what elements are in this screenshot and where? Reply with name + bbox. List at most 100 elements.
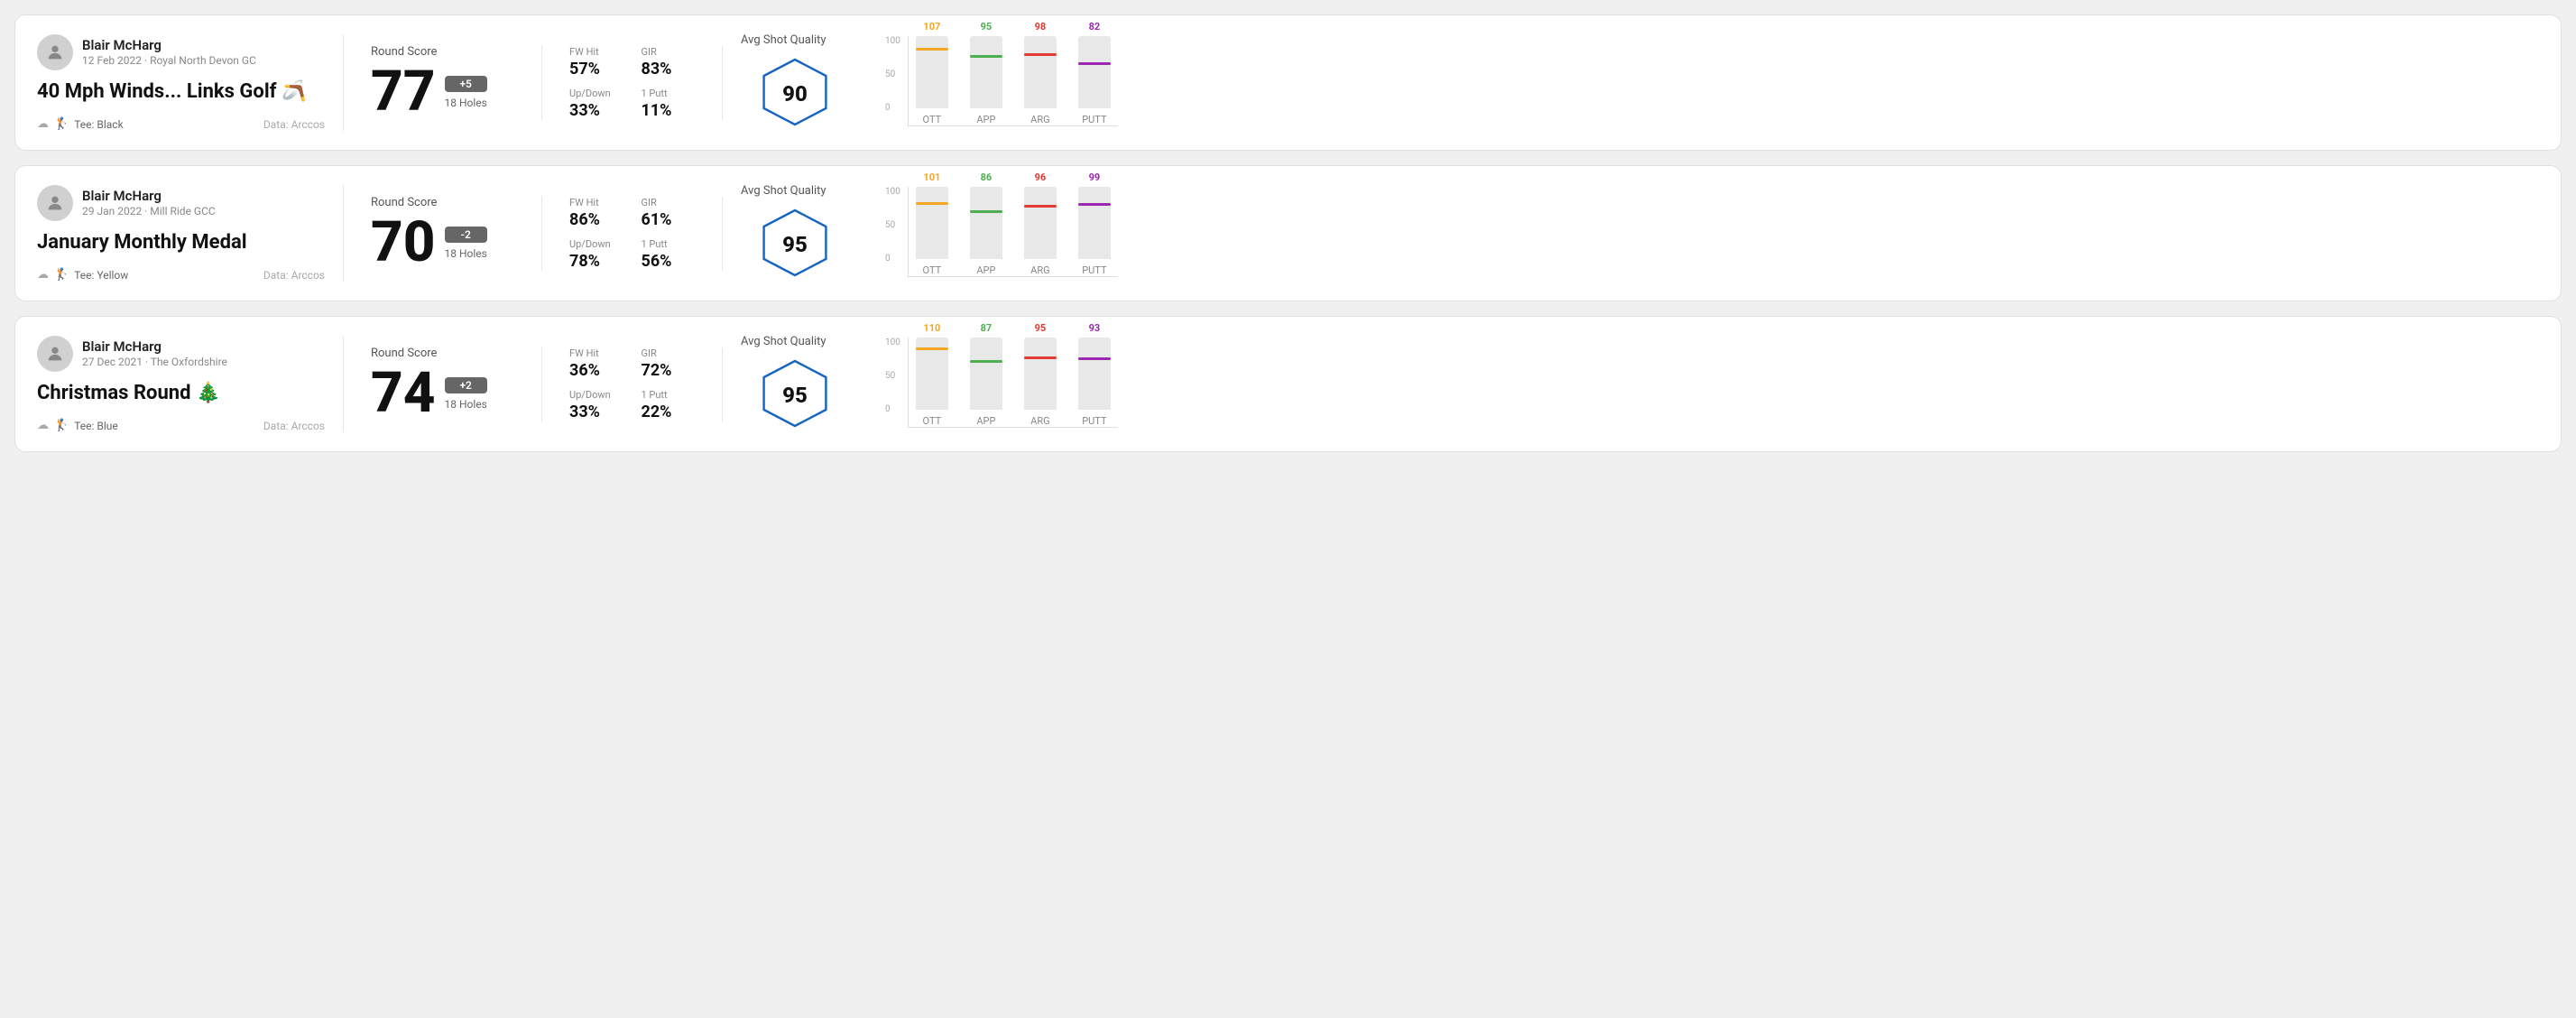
- fw-hit-stat: FW Hit 57%: [569, 46, 623, 79]
- gir-value: 72%: [642, 361, 696, 380]
- bar-x-label: ARG: [1030, 415, 1049, 427]
- bar-value-label: 98: [1035, 21, 1047, 32]
- stats-section: FW Hit 86% GIR 61% Up/Down 78% 1 Putt 56…: [542, 197, 723, 271]
- bar-wrapper: [916, 338, 948, 410]
- gir-label: GIR: [642, 197, 696, 208]
- round-title: January Monthly Medal: [37, 230, 325, 256]
- y-axis: 100 50 0: [885, 338, 904, 414]
- bar-wrapper: [1024, 187, 1057, 259]
- fw-hit-label: FW Hit: [569, 347, 623, 359]
- user-date: 12 Feb 2022 · Royal North Devon GC: [82, 54, 256, 67]
- user-date: 29 Jan 2022 · Mill Ride GCC: [82, 205, 216, 217]
- fw-hit-stat: FW Hit 36%: [569, 347, 623, 380]
- bar-value-label: 95: [1035, 322, 1047, 334]
- holes-label: 18 Holes: [445, 247, 487, 260]
- user-name: Blair McHarg: [82, 188, 216, 204]
- bar-x-label: OTT: [923, 114, 942, 125]
- updown-value: 78%: [569, 252, 623, 271]
- bar-group-arg: 95 ARG: [1024, 322, 1057, 427]
- updown-stat: Up/Down 78%: [569, 238, 623, 271]
- oneputt-value: 11%: [642, 101, 696, 120]
- round-title: 40 Mph Winds... Links Golf 🪃: [37, 79, 325, 106]
- tee-label: Tee: Black: [74, 118, 123, 131]
- bar-x-label: ARG: [1030, 114, 1049, 125]
- round-card-1: Blair McHarg 12 Feb 2022 · Royal North D…: [14, 14, 2562, 151]
- bar-wrapper: [970, 338, 1002, 410]
- hexagon-container: 95: [759, 357, 831, 433]
- data-source: Data: Arccos: [263, 420, 325, 432]
- updown-value: 33%: [569, 101, 623, 120]
- bar-group-arg: 96 ARG: [1024, 171, 1057, 276]
- bar-group-putt: 82 PUTT: [1078, 21, 1111, 125]
- updown-value: 33%: [569, 403, 623, 421]
- bar-group-arg: 98 ARG: [1024, 21, 1057, 125]
- oneputt-stat: 1 Putt 56%: [642, 238, 696, 271]
- bar-wrapper: [970, 36, 1002, 108]
- tee-bag-icon: 🏌: [54, 268, 69, 282]
- bar-indicator: [1024, 356, 1057, 359]
- tee-label: Tee: Blue: [74, 420, 118, 432]
- bar-indicator: [1024, 205, 1057, 208]
- shot-quality-score: 95: [782, 383, 808, 408]
- tee-label: Tee: Yellow: [74, 269, 128, 282]
- bar-value-label: 86: [981, 171, 993, 183]
- round-info-section: Blair McHarg 29 Jan 2022 · Mill Ride GCC…: [37, 185, 344, 282]
- bar-indicator: [916, 48, 948, 51]
- bar-value-label: 101: [923, 171, 940, 183]
- stats-grid: FW Hit 57% GIR 83% Up/Down 33% 1 Putt 11…: [569, 46, 695, 120]
- bar-x-label: PUTT: [1082, 264, 1106, 276]
- bar-group-putt: 99 PUTT: [1078, 171, 1111, 276]
- avatar: [37, 34, 73, 70]
- shot-quality-label: Avg Shot Quality: [741, 33, 826, 47]
- score-diff-badge: -2: [445, 227, 487, 243]
- updown-label: Up/Down: [569, 88, 623, 99]
- shot-quality-score: 95: [782, 232, 808, 257]
- bar-indicator: [1078, 203, 1111, 206]
- weather-icon: ☁: [37, 268, 49, 282]
- round-info-section: Blair McHarg 27 Dec 2021 · The Oxfordshi…: [37, 336, 344, 433]
- fw-hit-label: FW Hit: [569, 46, 623, 58]
- bar-x-label: APP: [976, 114, 995, 125]
- user-details: Blair McHarg 12 Feb 2022 · Royal North D…: [82, 37, 256, 67]
- bar-fill: [916, 49, 948, 108]
- bar-value-label: 99: [1089, 171, 1101, 183]
- avatar: [37, 185, 73, 221]
- round-title: Christmas Round 🎄: [37, 381, 325, 407]
- holes-label: 18 Holes: [445, 398, 487, 411]
- shot-quality-label: Avg Shot Quality: [741, 335, 826, 348]
- hexagon-container: 90: [759, 56, 831, 132]
- user-name: Blair McHarg: [82, 338, 227, 355]
- bar-indicator: [1078, 357, 1111, 360]
- round-score-label: Round Score: [371, 196, 514, 209]
- stats-grid: FW Hit 86% GIR 61% Up/Down 78% 1 Putt 56…: [569, 197, 695, 271]
- shot-quality-section: Avg Shot Quality 95: [723, 184, 867, 282]
- fw-hit-label: FW Hit: [569, 197, 623, 208]
- oneputt-value: 56%: [642, 252, 696, 271]
- bar-group-app: 87 APP: [970, 322, 1002, 427]
- score-number: 74: [371, 366, 436, 421]
- user-details: Blair McHarg 29 Jan 2022 · Mill Ride GCC: [82, 188, 216, 217]
- bar-x-label: PUTT: [1082, 114, 1106, 125]
- score-section: Round Score 74 +2 18 Holes: [344, 347, 542, 421]
- score-badge-group: +5 18 Holes: [445, 76, 487, 109]
- footer-info: ☁ 🏌 Tee: Yellow Data: Arccos: [37, 268, 325, 282]
- bar-group-app: 86 APP: [970, 171, 1002, 276]
- round-score-label: Round Score: [371, 347, 514, 360]
- gir-stat: GIR 83%: [642, 46, 696, 79]
- oneputt-stat: 1 Putt 22%: [642, 389, 696, 421]
- fw-hit-value: 86%: [569, 210, 623, 229]
- score-main: 77 +5 18 Holes: [371, 64, 514, 120]
- y-axis: 100 50 0: [885, 36, 904, 113]
- bar-fill: [1024, 206, 1057, 259]
- score-badge-group: +2 18 Holes: [445, 377, 487, 411]
- bar-x-label: OTT: [923, 415, 942, 427]
- round-card-3: Blair McHarg 27 Dec 2021 · The Oxfordshi…: [14, 316, 2562, 452]
- bar-value-label: 95: [981, 21, 993, 32]
- stats-section: FW Hit 36% GIR 72% Up/Down 33% 1 Putt 22…: [542, 347, 723, 421]
- gir-label: GIR: [642, 347, 696, 359]
- shot-quality-section: Avg Shot Quality 90: [723, 33, 867, 132]
- bar-value-label: 110: [923, 322, 940, 334]
- fw-hit-value: 36%: [569, 361, 623, 380]
- oneputt-value: 22%: [642, 403, 696, 421]
- bar-fill: [970, 211, 1002, 259]
